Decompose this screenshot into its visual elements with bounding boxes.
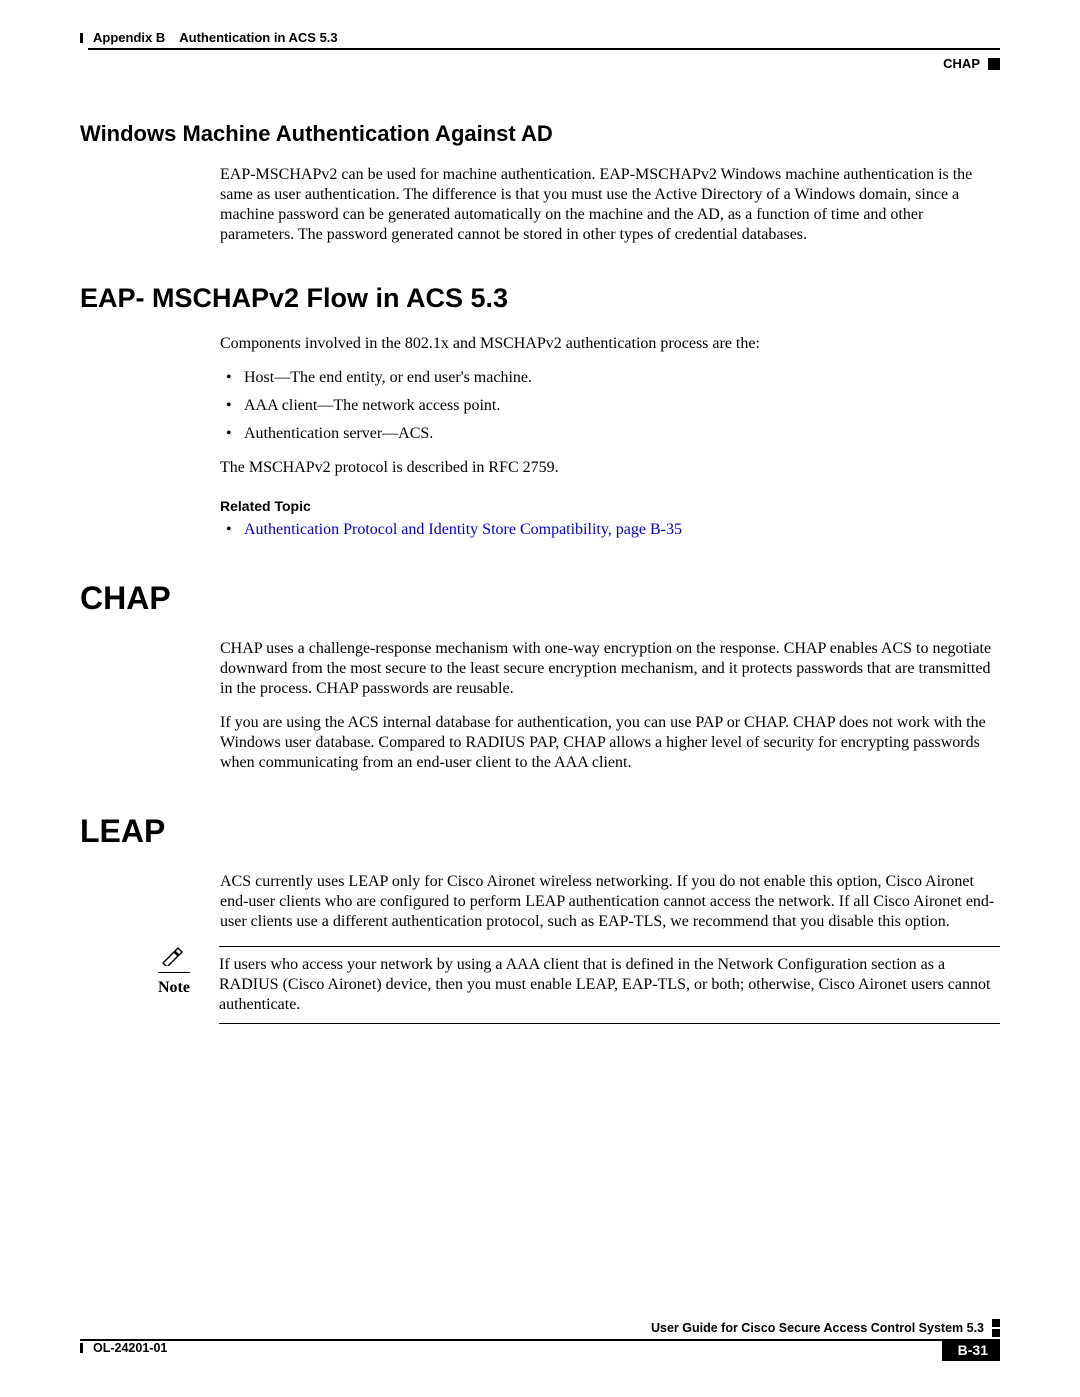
chap-para-2: If you are using the ACS internal databa… <box>220 713 1000 773</box>
related-topic-list: Authentication Protocol and Identity Sto… <box>220 520 1000 540</box>
footer-ol-number: OL-24201-01 <box>93 1341 167 1355</box>
header-row: Appendix B Authentication in ACS 5.3 <box>80 30 1000 45</box>
related-topic-item: Authentication Protocol and Identity Sto… <box>220 520 1000 540</box>
chap-body: CHAP uses a challenge-response mechanism… <box>220 639 1000 773</box>
section2-intro: Components involved in the 802.1x and MS… <box>220 334 1000 354</box>
footer-marker-icon <box>992 1319 1000 1327</box>
note-bottom-rule <box>219 1023 1000 1024</box>
leap-body: ACS currently uses LEAP only for Cisco A… <box>220 872 1000 932</box>
header-rule <box>88 48 1000 50</box>
footer-title-row: User Guide for Cisco Secure Access Contr… <box>80 1319 1000 1337</box>
note-block: Note If users who access your network by… <box>154 946 1000 1024</box>
chap-para-1: CHAP uses a challenge-response mechanism… <box>220 639 1000 699</box>
header-title: Authentication in ACS 5.3 <box>179 30 337 45</box>
header-tick <box>80 33 83 43</box>
bullet-item: Authentication server—ACS. <box>220 424 1000 444</box>
footer-marker-stack <box>992 1319 1000 1337</box>
heading-leap: LEAP <box>80 813 1000 850</box>
header-marker-icon <box>988 58 1000 70</box>
footer-tick <box>80 1343 83 1353</box>
footer-doc-title: User Guide for Cisco Secure Access Contr… <box>651 1321 984 1335</box>
footer-marker-icon <box>992 1329 1000 1337</box>
related-topic-link[interactable]: Authentication Protocol and Identity Sto… <box>244 521 682 538</box>
page-number: B-31 <box>942 1339 1000 1361</box>
note-icon-column: Note <box>154 946 219 997</box>
header-section-label: CHAP <box>943 56 980 71</box>
header-right-row: CHAP <box>80 56 1000 71</box>
bullet-item: Host—The end entity, or end user's machi… <box>220 368 1000 388</box>
note-body-column: If users who access your network by usin… <box>219 946 1000 1024</box>
section2-after-bullets: The MSCHAPv2 protocol is described in RF… <box>220 458 1000 478</box>
section1-body: EAP-MSCHAPv2 can be used for machine aut… <box>220 165 1000 245</box>
note-top-rule <box>219 946 1000 947</box>
section1-para: EAP-MSCHAPv2 can be used for machine aut… <box>220 165 1000 245</box>
header-appendix: Appendix B <box>93 30 165 45</box>
bullet-item: AAA client—The network access point. <box>220 396 1000 416</box>
heading-windows-machine-auth: Windows Machine Authentication Against A… <box>80 121 1000 147</box>
page-footer: User Guide for Cisco Secure Access Contr… <box>80 1319 1000 1361</box>
footer-bottom-row: OL-24201-01 B-31 <box>80 1341 1000 1361</box>
related-topic-label: Related Topic <box>220 498 1000 514</box>
note-text: If users who access your network by usin… <box>219 955 1000 1015</box>
pencil-icon <box>154 946 219 970</box>
heading-chap: CHAP <box>80 580 1000 617</box>
document-page: Appendix B Authentication in ACS 5.3 CHA… <box>0 0 1080 1397</box>
note-icon-underline <box>158 972 190 973</box>
note-label: Note <box>154 979 219 997</box>
leap-para-1: ACS currently uses LEAP only for Cisco A… <box>220 872 1000 932</box>
content-area: Windows Machine Authentication Against A… <box>80 121 1000 1024</box>
heading-eap-mschapv2-flow: EAP- MSCHAPv2 Flow in ACS 5.3 <box>80 283 1000 314</box>
section2-bullets: Host—The end entity, or end user's machi… <box>220 368 1000 444</box>
footer-ol-row: OL-24201-01 <box>80 1341 167 1355</box>
section2-body: Components involved in the 802.1x and MS… <box>220 334 1000 540</box>
